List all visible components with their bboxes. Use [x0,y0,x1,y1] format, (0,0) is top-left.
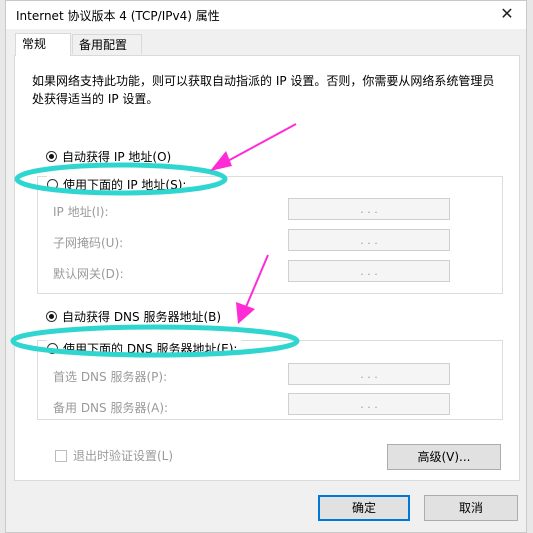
validate-on-exit-checkbox[interactable] [55,449,67,462]
dns-settings-group: 使用下面的 DNS 服务器地址(E): 首选 DNS 服务器(P): . . .… [37,340,503,420]
auto-ip-radio[interactable] [46,151,57,162]
manual-dns-radio[interactable] [47,343,58,354]
tab-general[interactable]: 常规 [15,33,71,56]
ip-address-field[interactable]: . . . [288,198,450,220]
manual-dns-radio-row[interactable]: 使用下面的 DNS 服务器地址(E): [47,340,242,357]
auto-dns-radio-row[interactable]: 自动获得 DNS 服务器地址(B) [46,308,221,325]
advanced-button[interactable]: 高级(V)... [387,444,501,470]
validate-on-exit-label: 退出时验证设置(L) [73,449,174,463]
manual-ip-radio[interactable] [47,179,58,190]
manual-ip-label: 使用下面的 IP 地址(S): [63,178,187,192]
subnet-mask-field[interactable]: . . . [288,229,450,251]
background-window-right-edge [527,0,533,533]
auto-dns-radio[interactable] [46,311,57,322]
ip-settings-group: 使用下面的 IP 地址(S): IP 地址(I): . . . 子网掩码(U):… [37,176,503,294]
tab-strip: 常规 备用配置 [6,31,526,56]
subnet-mask-label: 子网掩码(U): [53,236,124,250]
default-gateway-field[interactable]: . . . [288,260,450,282]
auto-ip-label: 自动获得 IP 地址(O) [62,150,172,164]
auto-dns-label: 自动获得 DNS 服务器地址(B) [62,310,222,324]
manual-ip-radio-row[interactable]: 使用下面的 IP 地址(S): [47,176,191,193]
alternate-dns-field[interactable]: . . . [288,393,450,415]
default-gateway-label: 默认网关(D): [53,267,124,281]
general-panel: 如果网络支持此功能，则可以获取自动指派的 IP 设置。否则，你需要从网络系统管理… [14,55,520,481]
auto-ip-radio-row[interactable]: 自动获得 IP 地址(O) [46,148,171,165]
validate-on-exit-row[interactable]: 退出时验证设置(L) [55,447,173,464]
window-title: Internet 协议版本 4 (TCP/IPv4) 属性 [16,9,220,23]
close-icon[interactable]: ✕ [496,3,518,25]
tab-alternate-config[interactable]: 备用配置 [72,34,142,54]
ok-button[interactable]: 确定 [318,495,410,521]
tcpip-properties-dialog: Internet 协议版本 4 (TCP/IPv4) 属性 ✕ 常规 备用配置 … [5,0,527,533]
preferred-dns-label: 首选 DNS 服务器(P): [53,370,168,384]
ip-address-label: IP 地址(I): [53,205,109,219]
alternate-dns-label: 备用 DNS 服务器(A): [53,401,169,415]
cancel-button[interactable]: 取消 [424,495,518,521]
title-bar: Internet 协议版本 4 (TCP/IPv4) 属性 ✕ [6,1,526,29]
description-text: 如果网络支持此功能，则可以获取自动指派的 IP 设置。否则，你需要从网络系统管理… [32,74,495,106]
manual-dns-label: 使用下面的 DNS 服务器地址(E): [63,342,238,356]
preferred-dns-field[interactable]: . . . [288,363,450,385]
